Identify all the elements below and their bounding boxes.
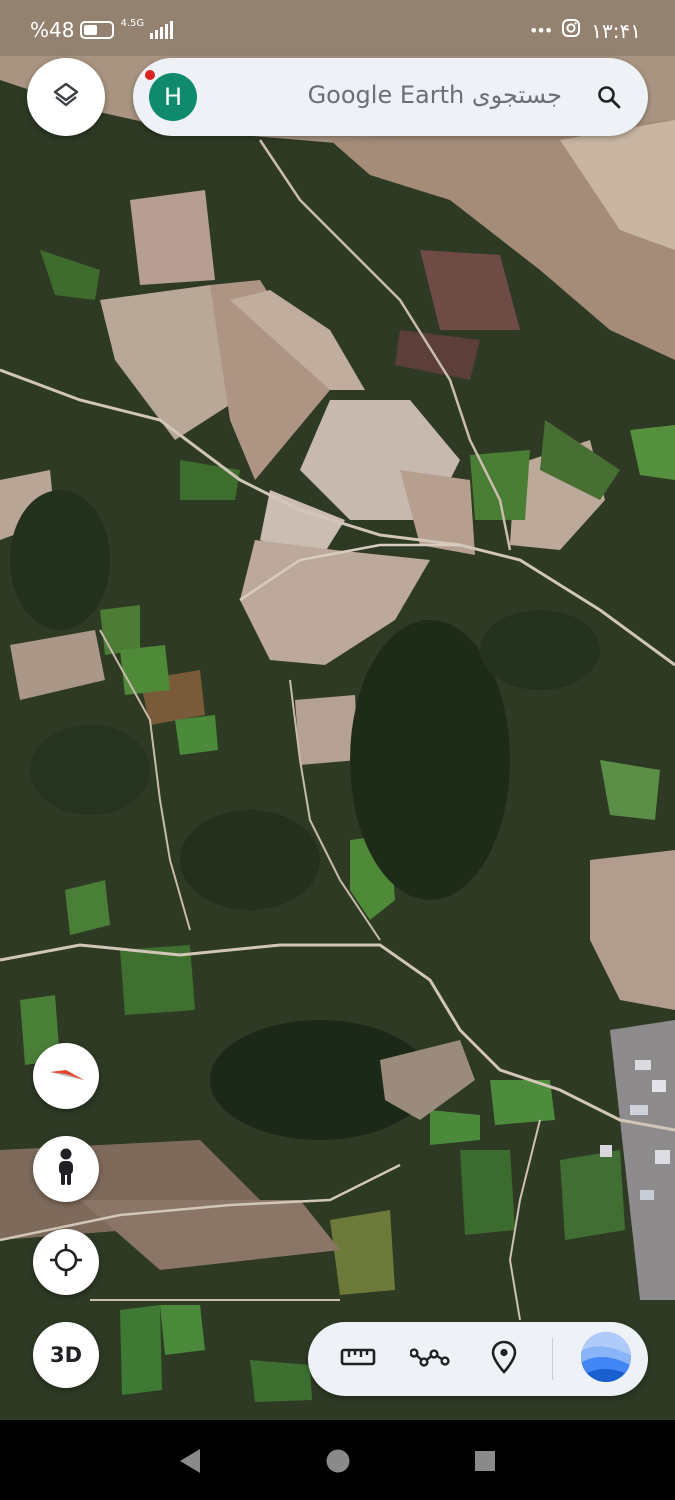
clock: ۱۳:۴۱: [591, 18, 641, 43]
home-icon[interactable]: [326, 1448, 350, 1478]
signal-icon: [150, 21, 174, 39]
battery-percent: %48: [30, 18, 75, 42]
back-icon[interactable]: [178, 1448, 202, 1478]
more-dots-icon: •••: [528, 21, 553, 40]
instagram-icon: [561, 18, 581, 43]
notification-dot: [143, 68, 157, 82]
search-placeholder[interactable]: جستجوی Google Earth: [308, 81, 562, 109]
avatar-initial: H: [163, 83, 183, 111]
satellite-map[interactable]: [0, 0, 675, 1420]
draw-path-button[interactable]: [409, 1339, 450, 1379]
google-earth-logo: [580, 1331, 632, 1387]
compass-button[interactable]: [33, 1043, 99, 1109]
recents-icon[interactable]: [474, 1448, 496, 1478]
search-icon[interactable]: [596, 84, 622, 114]
my-location-button[interactable]: [33, 1229, 99, 1295]
street-view-button[interactable]: [33, 1136, 99, 1202]
avatar[interactable]: H: [149, 73, 197, 121]
system-nav-bar: [0, 1420, 675, 1500]
3d-toggle-button[interactable]: 3D: [33, 1322, 99, 1388]
measure-button[interactable]: [338, 1339, 378, 1379]
my-location-icon: [48, 1242, 84, 1282]
status-left: %48 4.5G: [30, 18, 174, 42]
pegman-icon: [51, 1147, 81, 1191]
status-right: ••• ۱۳:۴۱: [529, 18, 641, 43]
battery-icon: [80, 21, 115, 39]
layers-button[interactable]: [27, 58, 105, 136]
ruler-icon: [340, 1345, 376, 1373]
draw-path-icon: [409, 1345, 450, 1373]
layers-icon: [51, 80, 81, 114]
search-bar[interactable]: H جستجوی Google Earth: [133, 58, 648, 136]
3d-label: 3D: [49, 1343, 83, 1367]
network-type: 4.5G: [120, 18, 145, 29]
status-bar: %48 4.5G ••• ۱۳:۴۱: [0, 0, 675, 62]
google-earth-button[interactable]: [580, 1331, 632, 1387]
tools-toolbar: [308, 1322, 648, 1396]
compass-icon: [44, 1052, 88, 1100]
toolbar-divider: [552, 1338, 553, 1380]
place-pin-icon: [491, 1340, 517, 1378]
add-placemark-button[interactable]: [484, 1339, 524, 1379]
